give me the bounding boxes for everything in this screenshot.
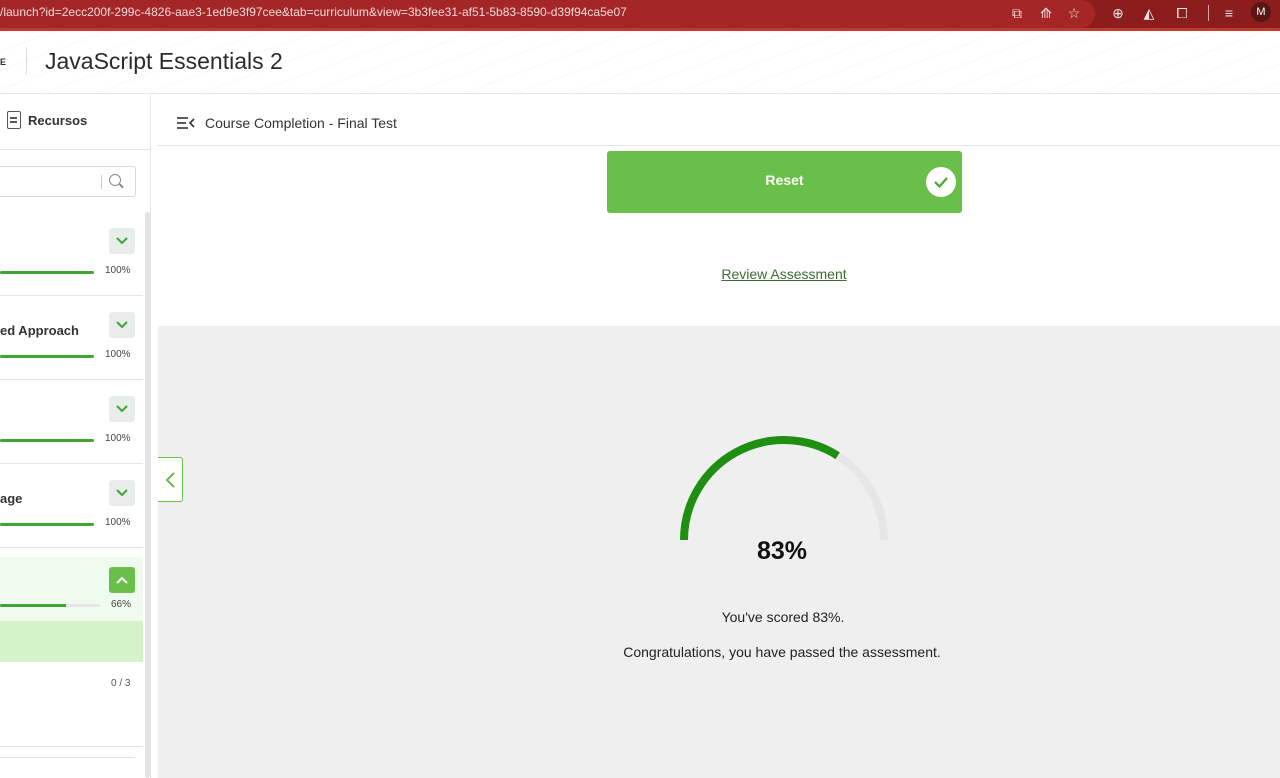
- curriculum-sidebar: Recursos 100% ed Approach 100% 100% age: [0, 94, 151, 778]
- module-progress-label: 66%: [111, 599, 132, 610]
- module-progress-bar: [0, 271, 94, 274]
- module-item[interactable]: 100%: [0, 380, 143, 464]
- extension-plus-icon[interactable]: ⊕: [1109, 4, 1127, 22]
- module-progress-bar: [0, 439, 94, 442]
- document-icon: [7, 111, 21, 129]
- main-content: Course Completion - Final Test Reset Rev…: [158, 100, 1280, 778]
- course-title: JavaScript Essentials 2: [45, 48, 283, 74]
- chevron-down-icon: [116, 237, 128, 245]
- module-progress-fill: [0, 271, 94, 274]
- bookmark-star-icon[interactable]: ☆: [1065, 4, 1083, 22]
- module-item[interactable]: 100%: [0, 212, 143, 296]
- breadcrumb: Course Completion - Final Test: [158, 100, 1280, 146]
- address-bar[interactable]: /launch?id=2ecc200f-299c-4826-aae3-1ed9e…: [0, 0, 1095, 28]
- install-app-icon[interactable]: ⧉: [1008, 4, 1026, 22]
- pass-message: Congratulations, you have passed the ass…: [623, 644, 941, 660]
- browser-toolbar: /launch?id=2ecc200f-299c-4826-aae3-1ed9e…: [0, 0, 1280, 31]
- module-title: ed Approach: [0, 323, 79, 338]
- translate-icon[interactable]: ⟰: [1037, 4, 1055, 22]
- module-progress-fill: [0, 439, 94, 442]
- search-divider: [101, 175, 102, 189]
- expand-toggle[interactable]: [109, 396, 135, 422]
- tab-resources-label: Recursos: [28, 113, 88, 128]
- gauge-track: [680, 436, 888, 541]
- chevron-down-icon: [116, 321, 128, 329]
- selected-lesson-item[interactable]: [0, 621, 143, 662]
- lesson-count: 0 / 3: [111, 678, 131, 689]
- expand-sidebar-button[interactable]: [158, 457, 183, 502]
- sidebar-scrollbar[interactable]: [145, 212, 150, 778]
- chevron-down-icon: [116, 405, 128, 413]
- extension-icon[interactable]: ◭: [1140, 4, 1158, 22]
- expand-toggle[interactable]: [109, 228, 135, 254]
- collapse-menu-icon[interactable]: [177, 117, 195, 129]
- chevron-up-icon: [116, 576, 128, 584]
- assessment-panel: Course Completion - Final Test Reset Rev…: [158, 100, 1280, 326]
- module-progress-bar: [0, 523, 94, 526]
- module-progress-bar: [0, 355, 94, 358]
- module-progress-fill: [0, 355, 94, 358]
- chevron-down-icon: [116, 489, 128, 497]
- module-progress-label: 100%: [105, 349, 131, 360]
- search-input[interactable]: [0, 166, 136, 197]
- tab-resources[interactable]: Recursos: [0, 94, 151, 150]
- check-icon: [926, 167, 956, 197]
- module-progress-fill: [0, 523, 94, 526]
- expand-toggle[interactable]: [109, 480, 135, 506]
- review-assessment-link[interactable]: Review Assessment: [157, 266, 1280, 282]
- reset-button[interactable]: Reset: [607, 151, 962, 213]
- url-text[interactable]: /launch?id=2ecc200f-299c-4826-aae3-1ed9e…: [0, 5, 627, 19]
- search-icon[interactable]: [109, 174, 121, 186]
- score-percentage: 83%: [756, 537, 808, 565]
- gauge-fill: [680, 436, 840, 541]
- module-progress-label: 100%: [105, 433, 131, 444]
- header-divider: [26, 47, 27, 75]
- module-item[interactable]: ed Approach 100%: [0, 296, 143, 380]
- module-item[interactable]: age 100%: [0, 464, 143, 548]
- logo[interactable]: E: [0, 57, 6, 67]
- app-header: E JavaScript Essentials 2: [0, 31, 1280, 94]
- chevron-left-icon: [165, 472, 175, 488]
- divider: [0, 757, 135, 758]
- reset-button-label: Reset: [765, 172, 804, 188]
- collapse-toggle[interactable]: [109, 567, 135, 593]
- divider: [0, 746, 143, 747]
- reading-list-icon[interactable]: ≡: [1220, 4, 1238, 22]
- module-progress-fill: [0, 604, 66, 607]
- module-progress-label: 100%: [105, 265, 131, 276]
- profile-avatar[interactable]: M: [1251, 2, 1271, 22]
- score-text: You've scored 83%.: [721, 609, 845, 625]
- puzzle-icon[interactable]: ⧠: [1173, 4, 1191, 22]
- toolbar-separator: [1208, 5, 1209, 21]
- module-title: age: [0, 491, 23, 506]
- module-progress-label: 100%: [105, 517, 131, 528]
- page-title: Course Completion - Final Test: [205, 115, 397, 131]
- module-progress-bar: [0, 604, 100, 607]
- expand-toggle[interactable]: [109, 312, 135, 338]
